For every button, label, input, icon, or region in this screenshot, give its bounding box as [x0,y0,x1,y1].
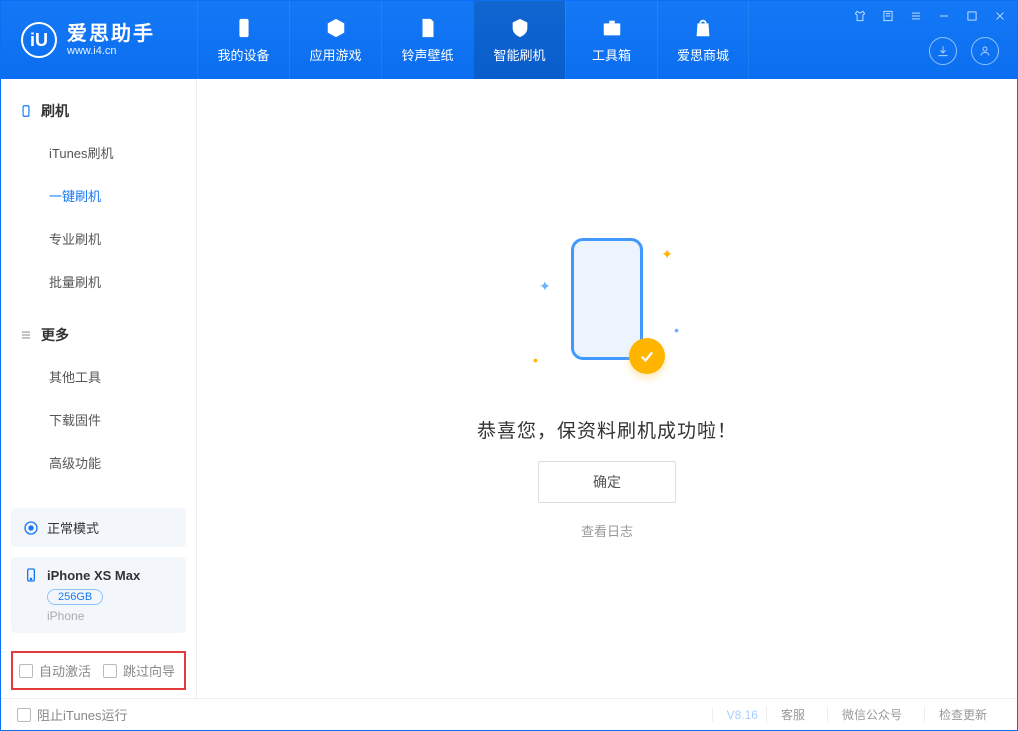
checkbox-auto-activate[interactable]: 自动激活 [19,661,91,680]
logo-area: iU 爱思助手 www.i4.cn [1,22,197,58]
sidebar-title-flash: 刷机 [1,93,196,131]
normal-mode-icon [23,520,39,536]
tab-smart-flash[interactable]: 智能刷机 [473,1,565,79]
header-right-icons [929,37,999,65]
sidebar-title-more: 更多 [1,317,196,355]
sidebar-item-batch-flash[interactable]: 批量刷机 [1,260,196,303]
confirm-button[interactable]: 确定 [538,461,676,503]
list-icon [19,328,33,342]
tab-store[interactable]: 爱思商城 [657,1,749,79]
phone-frame-icon [571,238,643,360]
app-title: 爱思助手 [67,23,155,45]
sidebar-title-label: 更多 [41,325,69,345]
success-illustration: ✦ ✦ • • [547,238,667,398]
version-label: V8.16 [712,708,758,722]
app-header: iU 爱思助手 www.i4.cn 我的设备 应用游戏 铃声壁纸 智能刷机 工具… [1,1,1017,79]
sparkle-icon: ✦ [539,278,551,295]
music-file-icon [417,17,439,39]
note-icon[interactable] [879,7,897,25]
bag-icon [692,17,714,39]
sidebar-title-label: 刷机 [41,101,69,121]
shirt-icon[interactable] [851,7,869,25]
sidebar-item-pro-flash[interactable]: 专业刷机 [1,217,196,260]
sidebar-bottom-options: 自动激活 跳过向导 [11,651,186,690]
user-icon[interactable] [971,37,999,65]
device-name: iPhone XS Max [47,568,140,583]
sidebar-section-flash: 刷机 iTunes刷机 一键刷机 专业刷机 批量刷机 [1,79,196,303]
checkbox-block-itunes[interactable]: 阻止iTunes运行 [17,705,128,724]
sidebar-item-advanced[interactable]: 高级功能 [1,441,196,484]
logo-icon: iU [21,22,57,58]
checkbox-label: 跳过向导 [123,661,175,680]
success-message: 恭喜您，保资料刷机成功啦！ [477,416,737,443]
checkbox-box-icon [103,664,117,678]
check-badge-icon [629,338,665,374]
mode-card[interactable]: 正常模式 [11,508,186,547]
device-card[interactable]: iPhone XS Max 256GB iPhone [11,557,186,633]
window-controls [851,7,1009,25]
sidebar: 刷机 iTunes刷机 一键刷机 专业刷机 批量刷机 更多 其他工具 下载固件 … [1,79,197,698]
menu-icon[interactable] [907,7,925,25]
cube-icon [325,17,347,39]
download-icon[interactable] [929,37,957,65]
device-icon [19,104,33,118]
sidebar-item-other-tools[interactable]: 其他工具 [1,355,196,398]
app-url: www.i4.cn [67,45,155,57]
main-content: ✦ ✦ • • 恭喜您，保资料刷机成功啦！ 确定 查看日志 [197,79,1017,698]
briefcase-icon [601,17,623,39]
refresh-shield-icon [509,17,531,39]
check-update-link[interactable]: 检查更新 [924,706,1001,723]
sidebar-item-download-firmware[interactable]: 下载固件 [1,398,196,441]
sparkle-icon: • [674,322,679,338]
tab-my-device[interactable]: 我的设备 [197,1,289,79]
view-log-link[interactable]: 查看日志 [581,521,633,540]
wechat-link[interactable]: 微信公众号 [827,706,916,723]
checkbox-box-icon [19,664,33,678]
device-type: iPhone [47,609,174,623]
tab-apps-games[interactable]: 应用游戏 [289,1,381,79]
sidebar-item-oneclick-flash[interactable]: 一键刷机 [1,174,196,217]
sparkle-icon: • [533,352,538,368]
tab-label: 爱思商城 [677,45,729,64]
close-icon[interactable] [991,7,1009,25]
sidebar-item-itunes-flash[interactable]: iTunes刷机 [1,131,196,174]
device-capacity: 256GB [47,589,103,605]
tab-label: 铃声壁纸 [401,45,453,64]
status-bar: 阻止iTunes运行 V8.16 客服 微信公众号 检查更新 [1,698,1017,730]
sparkle-icon: ✦ [661,246,673,263]
support-link[interactable]: 客服 [766,706,819,723]
checkbox-skip-wizard[interactable]: 跳过向导 [103,661,175,680]
sidebar-section-more: 更多 其他工具 下载固件 高级功能 [1,303,196,484]
tab-label: 我的设备 [217,45,269,64]
tab-ringtone-wallpaper[interactable]: 铃声壁纸 [381,1,473,79]
tab-label: 智能刷机 [493,45,545,64]
checkbox-box-icon [17,708,31,722]
checkbox-label: 阻止iTunes运行 [37,705,128,724]
tab-label: 应用游戏 [309,45,361,64]
tab-toolbox[interactable]: 工具箱 [565,1,657,79]
minimize-icon[interactable] [935,7,953,25]
checkbox-label: 自动激活 [39,661,91,680]
main-tabs: 我的设备 应用游戏 铃声壁纸 智能刷机 工具箱 爱思商城 [197,1,749,79]
phone-icon [233,17,255,39]
iphone-icon [23,567,39,583]
mode-label: 正常模式 [47,518,99,537]
tab-label: 工具箱 [592,45,631,64]
maximize-icon[interactable] [963,7,981,25]
